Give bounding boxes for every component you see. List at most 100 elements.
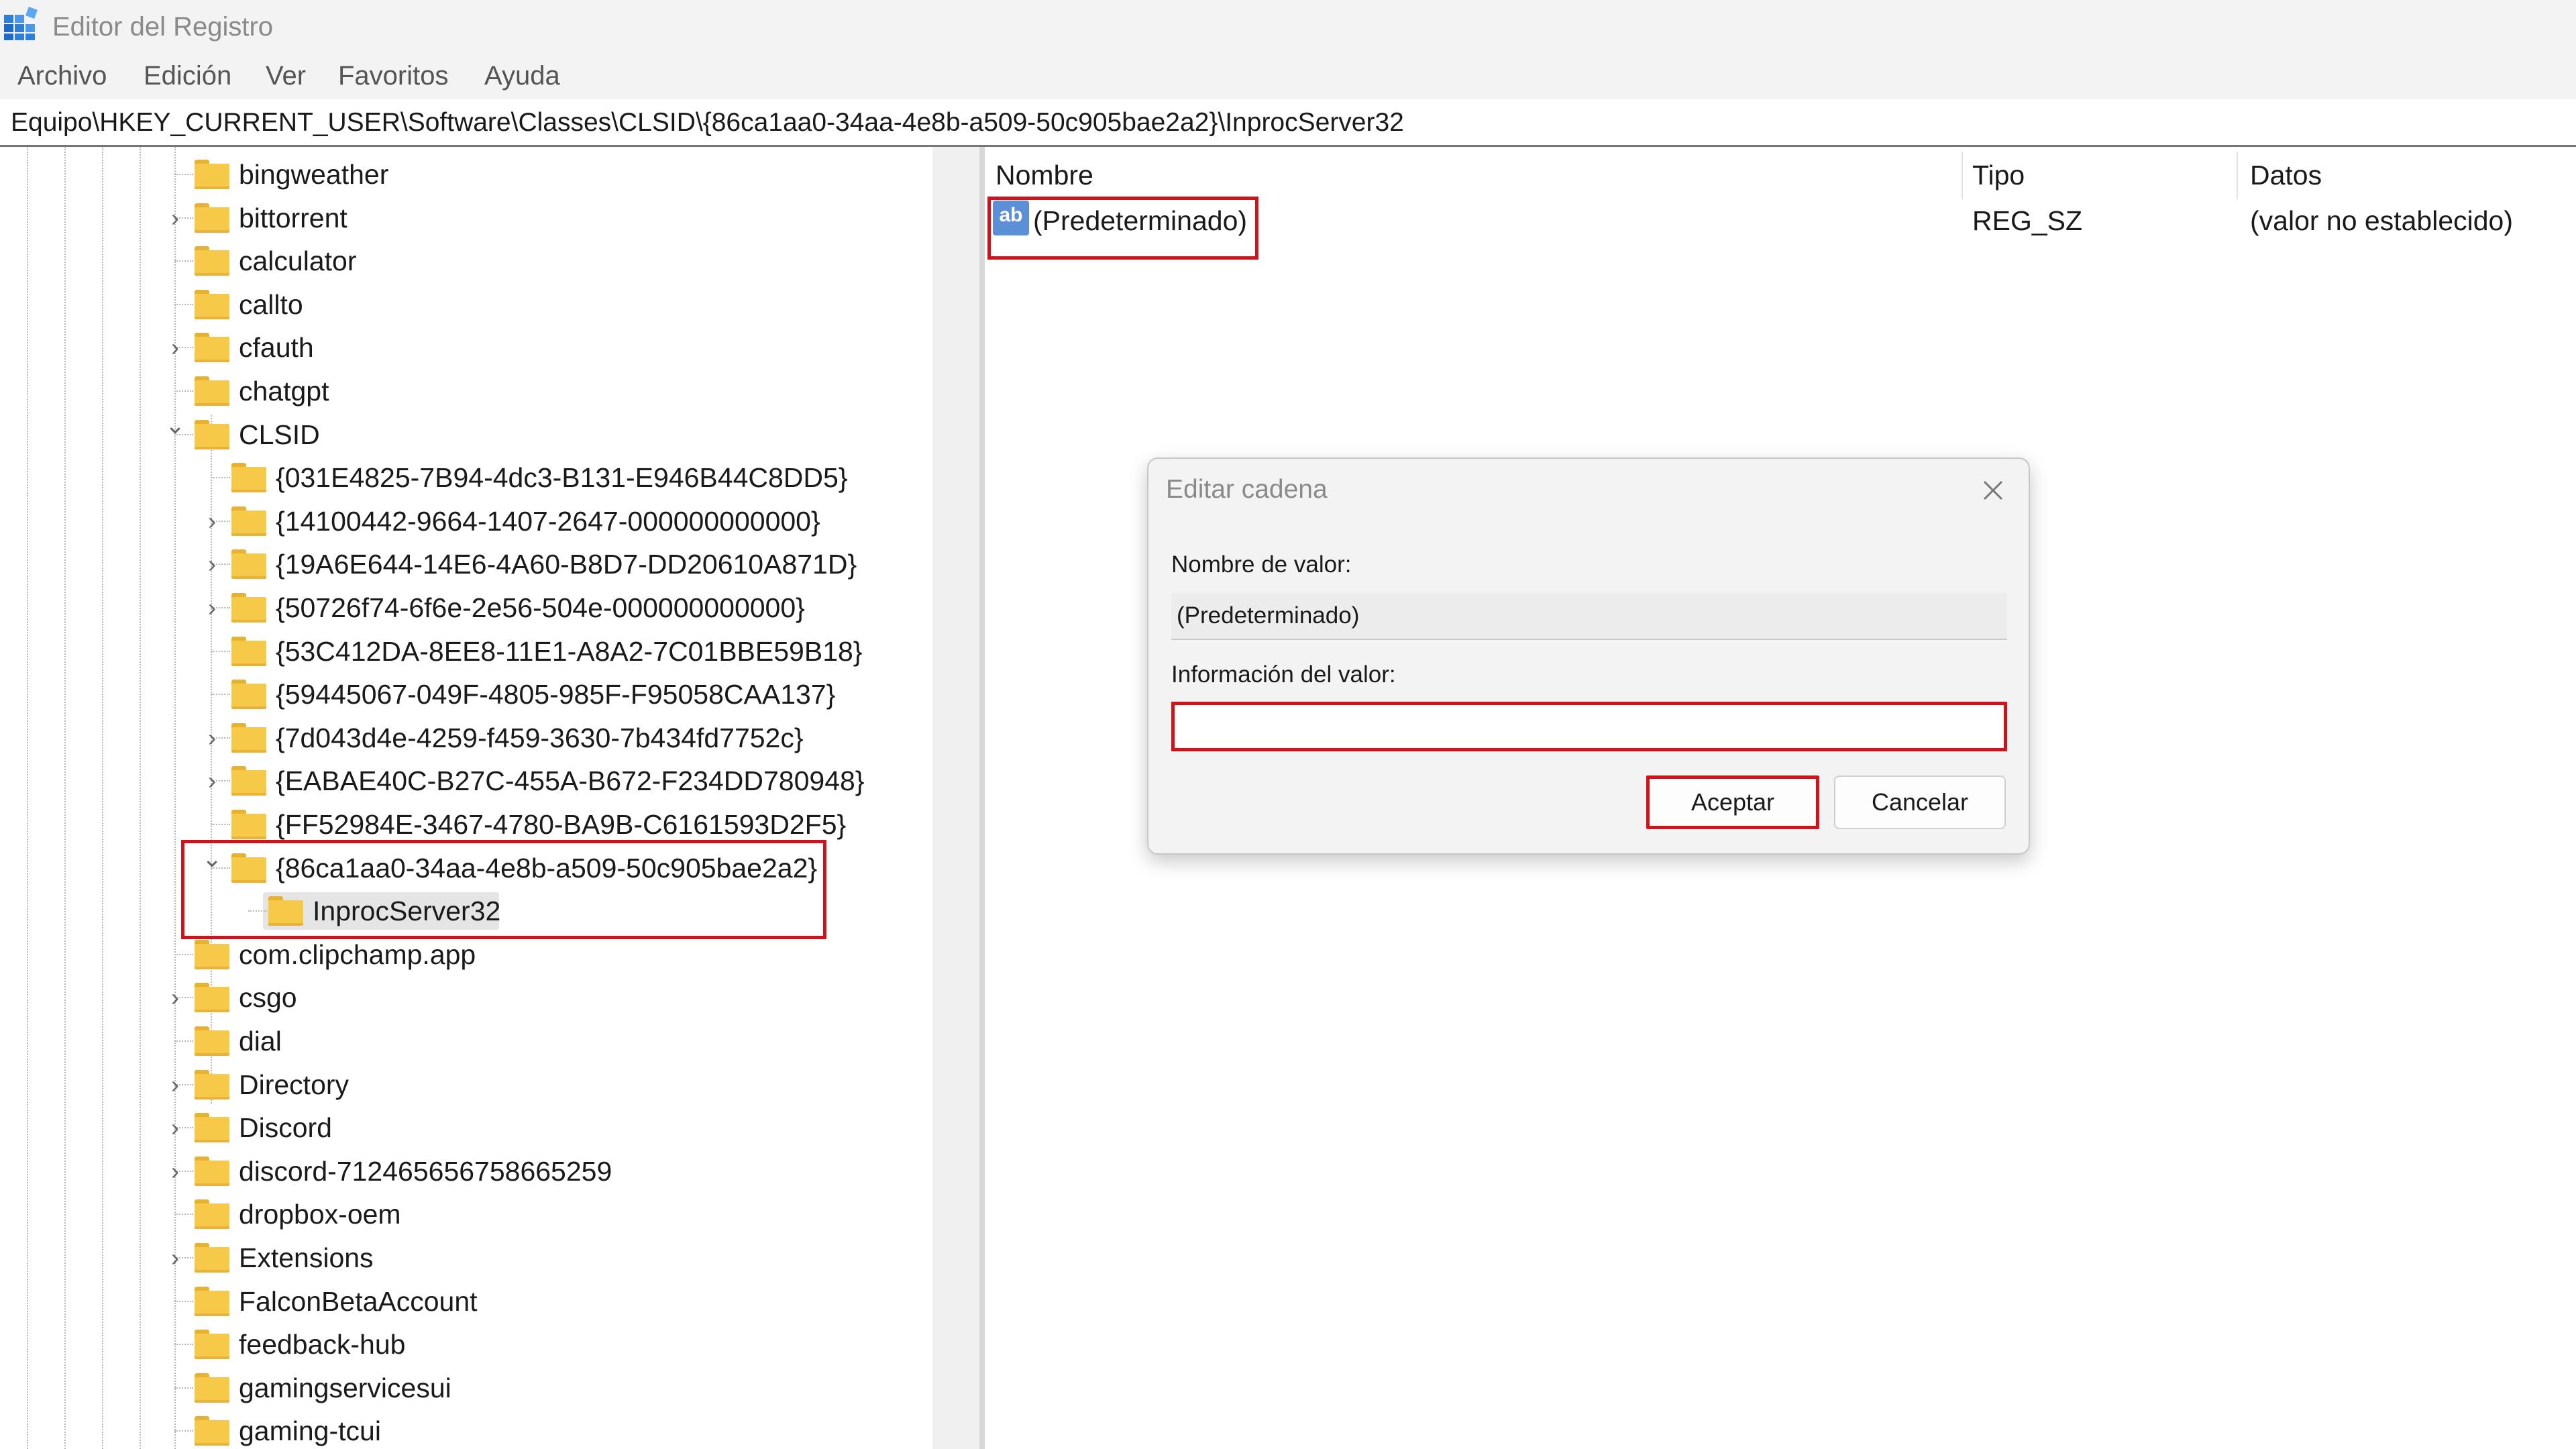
tree-item-feedback-hub[interactable]: feedback-hub xyxy=(0,1323,932,1366)
folder-icon xyxy=(195,1199,229,1230)
close-icon[interactable] xyxy=(1975,472,2011,508)
tree-item-label: Discord xyxy=(239,1112,332,1144)
title-bar: Editor del Registro xyxy=(0,0,2576,52)
menu-archivo[interactable]: Archivo xyxy=(17,59,107,93)
menu-favoritos[interactable]: Favoritos xyxy=(338,59,449,93)
chevron-right-icon[interactable]: › xyxy=(165,1116,185,1140)
chevron-right-icon[interactable]: › xyxy=(165,205,185,230)
pane-splitter[interactable] xyxy=(979,147,985,1449)
tree-item-label: gaming-tcui xyxy=(239,1415,381,1447)
key-tree[interactable]: bingweather › bittorrent calculator callto › c… xyxy=(0,147,932,1449)
value-name-field xyxy=(1171,593,2007,640)
column-data-header[interactable]: Datos xyxy=(2250,159,2322,191)
tree-item-label: {53C412DA-8EE8-11E1-A8A2-7C01BBE59B18} xyxy=(276,635,863,667)
highlight-box xyxy=(987,197,1258,260)
chevron-right-icon[interactable]: › xyxy=(165,985,185,1010)
tree-item-7d043d4e-4259-f459-3630-7b434fd7752c[interactable]: › {7d043d4e-4259-f459-3630-7b434fd7752c} xyxy=(0,716,932,759)
ok-button[interactable]: Aceptar xyxy=(1646,775,1819,829)
folder-icon xyxy=(231,680,266,710)
tree-item-label: {7d043d4e-4259-f459-3630-7b434fd7752c} xyxy=(276,722,804,753)
folder-icon xyxy=(195,1286,229,1316)
chevron-right-icon[interactable]: › xyxy=(202,508,222,533)
menu-ver[interactable]: Ver xyxy=(266,59,306,93)
tree-item-label: CLSID xyxy=(239,419,320,450)
chevron-right-icon[interactable]: › xyxy=(202,552,222,576)
tree-item-gaming-tcui[interactable]: gaming-tcui xyxy=(0,1409,932,1449)
cancel-button[interactable]: Cancelar xyxy=(1834,775,2006,829)
tree-item-label: discord-712465656758665259 xyxy=(239,1155,612,1187)
tree-item-csgo[interactable]: › csgo xyxy=(0,976,932,1019)
tree-item-label: feedback-hub xyxy=(239,1329,406,1360)
tree-item-14100442-9664-1407-2647-000000000000[interactable]: › {14100442-9664-1407-2647-000000000000} xyxy=(0,500,932,543)
address-path[interactable]: Equipo\HKEY_CURRENT_USER\Software\Classe… xyxy=(11,105,1404,141)
tree-item-19a6e644-14e6-4a60-b8d7-dd20610a871d[interactable]: › {19A6E644-14E6-4A60-B8D7-DD20610A871D} xyxy=(0,543,932,586)
chevron-right-icon[interactable]: › xyxy=(202,725,222,750)
tree-item-label: com.clipchamp.app xyxy=(239,938,476,970)
tree-item-eabae40c-b27c-455a-b672-f234dd780948[interactable]: › {EABAE40C-B27C-455A-B672-F234DD780948} xyxy=(0,759,932,802)
folder-icon xyxy=(231,810,266,839)
folder-icon xyxy=(231,766,266,796)
folder-icon xyxy=(195,1156,229,1186)
tree-item-dial[interactable]: dial xyxy=(0,1020,932,1063)
chevron-right-icon[interactable]: › xyxy=(165,1159,185,1183)
tree-item-discord[interactable]: › Discord xyxy=(0,1106,932,1149)
tree-item-bittorrent[interactable]: › bittorrent xyxy=(0,197,932,239)
menu-bar: Archivo Edición Ver Favoritos Ayuda xyxy=(0,52,2576,99)
folder-icon xyxy=(231,463,266,493)
folder-icon xyxy=(195,1243,229,1273)
chevron-right-icon[interactable]: › xyxy=(165,335,185,360)
folder-icon xyxy=(231,593,266,623)
tree-item-label: bingweather xyxy=(239,159,389,190)
chevron-right-icon[interactable]: › xyxy=(165,1246,185,1270)
value-data-field[interactable] xyxy=(1171,702,2007,751)
tree-item-label: csgo xyxy=(239,982,297,1014)
address-bar[interactable]: Equipo\HKEY_CURRENT_USER\Software\Classe… xyxy=(0,99,2576,147)
tree-item-cfauth[interactable]: › cfauth xyxy=(0,326,932,369)
dialog-title: Editar cadena xyxy=(1166,475,1328,504)
tree-item-falconbetaaccount[interactable]: FalconBetaAccount xyxy=(0,1280,932,1323)
tree-item-label: calculator xyxy=(239,246,357,277)
folder-icon xyxy=(195,1373,229,1403)
tree-item-clsid[interactable]: ⌄ CLSID xyxy=(0,413,932,456)
tree-item-label: {031E4825-7B94-4dc3-B131-E946B44C8DD5} xyxy=(276,462,848,494)
tree-item-calculator[interactable]: calculator xyxy=(0,239,932,282)
tree-item-chatgpt[interactable]: chatgpt xyxy=(0,370,932,413)
tree-item-label: dial xyxy=(239,1026,282,1057)
chevron-down-icon[interactable]: ⌄ xyxy=(165,413,185,437)
tree-item-50726f74-6f6e-2e56-504e-000000000000[interactable]: › {50726f74-6f6e-2e56-504e-000000000000} xyxy=(0,586,932,629)
tree-item-label: bittorrent xyxy=(239,202,347,233)
tree-scrollbar[interactable] xyxy=(932,147,979,1449)
menu-edicion[interactable]: Edición xyxy=(144,59,231,93)
folder-icon xyxy=(195,246,229,276)
window-title: Editor del Registro xyxy=(52,12,274,42)
tree-item-callto[interactable]: callto xyxy=(0,283,932,326)
tree-item-label: Extensions xyxy=(239,1242,374,1273)
tree-item-gamingservicesui[interactable]: gamingservicesui xyxy=(0,1366,932,1409)
column-type-header[interactable]: Tipo xyxy=(1972,159,2025,191)
tree-item-label: {50726f74-6f6e-2e56-504e-000000000000} xyxy=(276,592,805,623)
tree-item-label: FalconBetaAccount xyxy=(239,1285,478,1317)
tree-item-directory[interactable]: › Directory xyxy=(0,1063,932,1106)
tree-item-dropbox-oem[interactable]: dropbox-oem xyxy=(0,1193,932,1236)
tree-item-label: cfauth xyxy=(239,332,314,364)
tree-item-label: {14100442-9664-1407-2647-000000000000} xyxy=(276,505,820,537)
menu-ayuda[interactable]: Ayuda xyxy=(484,59,560,93)
chevron-right-icon[interactable]: › xyxy=(202,596,222,620)
tree-item-label: {59445067-049F-4805-985F-F95058CAA137} xyxy=(276,679,836,710)
column-name-header[interactable]: Nombre xyxy=(996,159,1093,191)
value-data-label: Información del valor: xyxy=(1171,661,1396,688)
tree-item-extensions[interactable]: › Extensions xyxy=(0,1236,932,1279)
chevron-right-icon[interactable]: › xyxy=(202,769,222,793)
chevron-right-icon[interactable]: › xyxy=(165,1072,185,1097)
folder-icon xyxy=(195,333,229,363)
folder-icon xyxy=(231,722,266,753)
folder-icon xyxy=(195,983,229,1013)
tree-item-59445067-049f-4805-985f-f95058caa137[interactable]: {59445067-049F-4805-985F-F95058CAA137} xyxy=(0,673,932,716)
tree-item-bingweather[interactable]: bingweather xyxy=(0,153,932,196)
folder-icon xyxy=(195,1069,229,1099)
tree-item-discord-712465656758665259[interactable]: › discord-712465656758665259 xyxy=(0,1150,932,1193)
tree-item-031e4825-7b94-4dc3-b131-e946b44c8dd5[interactable]: {031E4825-7B94-4dc3-B131-E946B44C8DD5} xyxy=(0,456,932,499)
tree-item-53c412da-8ee8-11e1-a8a2-7c01bbe59b18[interactable]: {53C412DA-8EE8-11E1-A8A2-7C01BBE59B18} xyxy=(0,630,932,673)
tree-item-com-clipchamp-app[interactable]: com.clipchamp.app xyxy=(0,933,932,976)
tree-item-label: callto xyxy=(239,288,303,320)
